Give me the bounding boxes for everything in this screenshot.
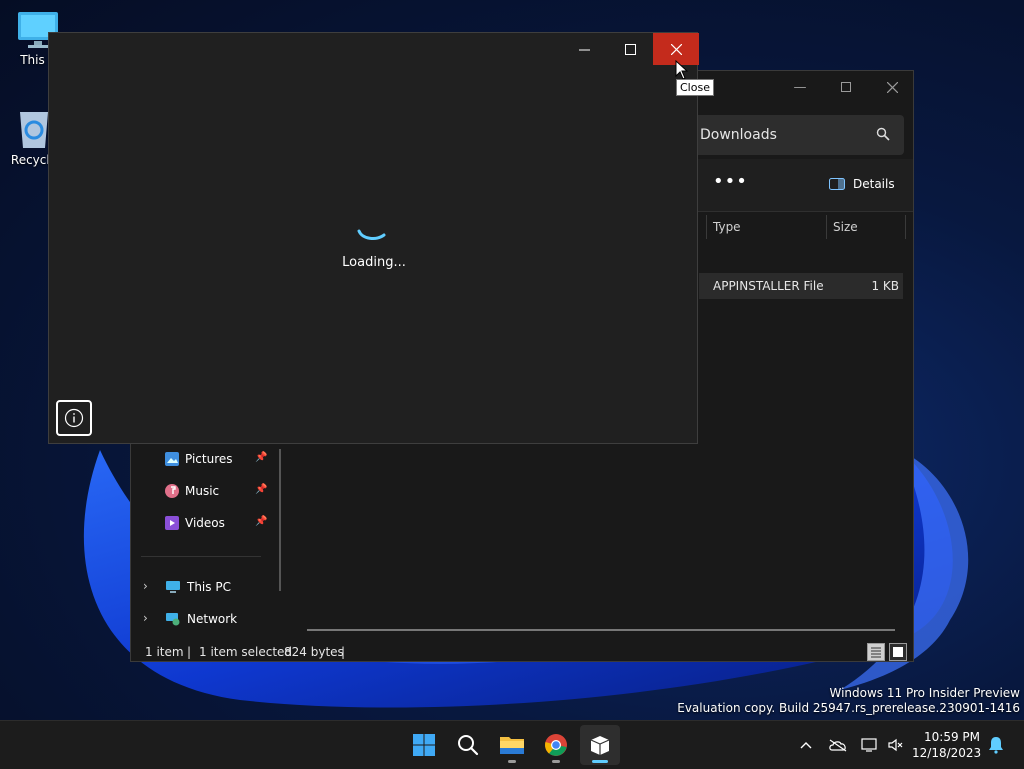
expand-chevron-icon[interactable]: ›	[143, 579, 148, 593]
close-icon	[886, 81, 898, 93]
network-status-icon[interactable]	[860, 735, 880, 755]
list-view-icon	[871, 647, 881, 658]
loading-spinner-icon	[357, 229, 386, 240]
nav-pane-scrollbar[interactable]	[279, 449, 281, 591]
watermark-edition: Windows 11 Pro Insider Preview	[829, 686, 1020, 700]
status-divider: |	[187, 645, 192, 659]
close-tooltip: Close	[676, 79, 714, 96]
view-toggle-group	[867, 643, 907, 661]
taskbar-chrome[interactable]	[536, 725, 576, 765]
taskbar-search-button[interactable]	[448, 725, 488, 765]
watermark-build: Evaluation copy. Build 25947.rs_prerelea…	[677, 701, 1020, 715]
explorer-maximize-button[interactable]	[823, 71, 869, 103]
this-pc-icon	[166, 581, 180, 593]
taskbar-clock[interactable]: 10:59 PM 12/18/2023	[912, 729, 982, 761]
tiles-view-button[interactable]	[889, 643, 907, 661]
horizontal-scrollbar[interactable]	[307, 629, 895, 631]
column-header-type[interactable]: Type	[713, 215, 741, 239]
maximize-icon	[841, 82, 851, 92]
status-item-count: 1 item	[145, 645, 184, 659]
close-icon	[670, 43, 682, 55]
taskbar-file-explorer[interactable]	[492, 725, 532, 765]
nav-item-this-pc[interactable]: This PC	[165, 576, 231, 598]
nav-item-network[interactable]: Network	[165, 608, 237, 630]
chrome-icon	[545, 734, 567, 756]
more-options-button[interactable]: •••	[713, 171, 748, 192]
active-indicator	[592, 760, 608, 763]
minimize-icon	[578, 49, 590, 50]
windows-start-icon	[413, 734, 435, 756]
onedrive-icon[interactable]	[828, 735, 848, 755]
nav-label: Music	[185, 484, 220, 498]
package-icon	[590, 736, 610, 755]
minimize-button[interactable]	[561, 33, 607, 65]
start-button[interactable]	[404, 725, 444, 765]
pin-icon[interactable]: 📌	[255, 516, 267, 527]
tiles-view-icon	[893, 647, 903, 657]
column-separator[interactable]	[826, 215, 827, 239]
status-selected: 1 item selected	[199, 645, 293, 659]
nav-item-music[interactable]: Music	[165, 480, 219, 502]
explorer-minimize-button[interactable]: —	[777, 71, 823, 103]
network-icon	[166, 613, 180, 626]
file-row-selected[interactable]: APPINSTALLER File 1 KB	[699, 273, 903, 299]
nav-divider	[141, 556, 261, 557]
show-hidden-icons-chevron-icon[interactable]	[796, 735, 816, 755]
details-label: Details	[853, 177, 895, 191]
file-size: 1 KB	[871, 279, 899, 293]
taskbar: 10:59 PM 12/18/2023	[0, 720, 1024, 769]
details-view-button[interactable]	[867, 643, 885, 661]
status-divider: |	[341, 645, 346, 659]
address-search-box[interactable]: Downloads	[694, 115, 904, 155]
nav-label: Network	[187, 612, 238, 626]
status-size: 824 bytes	[284, 645, 344, 659]
details-pane-icon	[829, 178, 845, 190]
music-icon	[165, 484, 179, 498]
folder-icon	[500, 737, 524, 754]
maximize-button[interactable]	[607, 33, 653, 65]
loading-text: Loading...	[342, 255, 406, 270]
nav-label: This PC	[187, 580, 231, 594]
pin-icon[interactable]: 📌	[255, 484, 267, 495]
maximize-icon	[624, 43, 636, 55]
column-separator[interactable]	[905, 215, 906, 239]
clock-date: 12/18/2023	[912, 746, 982, 760]
running-indicator	[508, 760, 516, 763]
info-button[interactable]	[56, 400, 92, 436]
app-installer-window[interactable]: Loading...	[48, 32, 699, 444]
nav-item-pictures[interactable]: Pictures	[165, 448, 233, 470]
notification-bell-icon[interactable]	[986, 735, 1006, 755]
file-type: APPINSTALLER File	[713, 279, 824, 293]
pictures-icon	[165, 452, 179, 466]
volume-muted-icon[interactable]	[886, 735, 906, 755]
pin-icon[interactable]: 📌	[255, 452, 267, 463]
explorer-close-button[interactable]	[869, 71, 913, 103]
column-separator[interactable]	[706, 215, 707, 239]
clock-time: 10:59 PM	[924, 730, 980, 744]
nav-label: Videos	[185, 516, 225, 530]
column-header-size[interactable]: Size	[833, 215, 858, 239]
mouse-cursor-icon	[675, 60, 689, 80]
search-box-text: Downloads	[700, 127, 777, 143]
details-pane-button[interactable]: Details	[829, 177, 895, 191]
nav-label: Pictures	[185, 452, 233, 466]
taskbar-app-installer[interactable]	[580, 725, 620, 765]
search-icon	[458, 735, 479, 756]
search-icon	[876, 127, 890, 141]
expand-chevron-icon[interactable]: ›	[143, 611, 148, 625]
running-indicator	[552, 760, 560, 763]
videos-icon	[165, 516, 179, 530]
info-icon	[64, 408, 84, 428]
status-bar: 1 item | 1 item selected 824 bytes |	[131, 645, 913, 661]
nav-item-videos[interactable]: Videos	[165, 512, 225, 534]
